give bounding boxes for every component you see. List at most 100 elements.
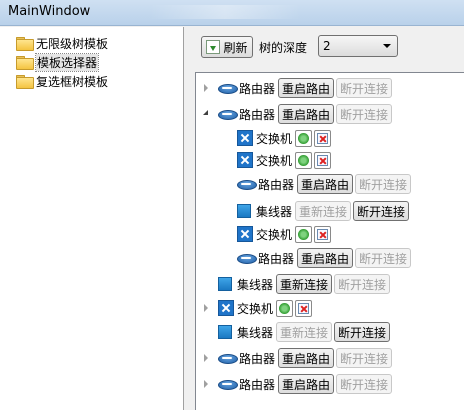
refresh-button[interactable]: 刷新	[201, 36, 253, 58]
disconnect-button[interactable]: 断开连接	[336, 104, 393, 124]
disconnect-button[interactable]: 断开连接	[336, 374, 393, 394]
router-icon	[237, 252, 257, 264]
reconnect-button[interactable]	[276, 299, 294, 317]
tree-row-switch[interactable]: 交换机	[237, 149, 332, 171]
window-title: MainWindow	[8, 4, 91, 19]
reconnect-button[interactable]: 重新连接	[295, 201, 352, 221]
tree-row-switch[interactable]: 交换机	[237, 127, 332, 149]
depth-value: 2	[323, 39, 331, 53]
node-label: 交换机	[237, 301, 274, 316]
folder-icon	[16, 56, 34, 70]
reconnect-button[interactable]	[295, 151, 313, 169]
refresh-icon	[206, 40, 221, 54]
tree-row-switch[interactable]: 交换机	[218, 297, 313, 319]
refresh-green-icon	[298, 154, 310, 166]
expand-arrow-icon[interactable]	[204, 354, 208, 362]
node-label: 路由器	[239, 107, 276, 122]
refresh-green-icon	[298, 132, 310, 144]
close-icon	[317, 132, 329, 144]
restart-router-button[interactable]: 重启路由	[297, 248, 354, 268]
reconnect-button[interactable]: 重新连接	[276, 322, 333, 342]
restart-router-button[interactable]: 重启路由	[278, 374, 335, 394]
disconnect-button[interactable]: 断开连接	[353, 201, 410, 221]
close-icon	[317, 228, 329, 240]
close-icon	[317, 154, 329, 166]
tree-row-hub[interactable]: 集线器 重新连接 断开连接	[218, 273, 391, 295]
tree-row-hub[interactable]: 集线器 重新连接 断开连接	[218, 321, 391, 343]
template-item-label: 模板选择器	[34, 52, 100, 72]
switch-icon	[218, 300, 234, 316]
node-label: 交换机	[256, 153, 293, 168]
refresh-green-icon	[298, 228, 310, 240]
router-icon	[218, 82, 238, 94]
title-glow	[150, 5, 300, 19]
close-icon	[298, 302, 310, 314]
node-label: 路由器	[239, 81, 276, 96]
collapse-arrow-icon[interactable]	[203, 110, 208, 115]
depth-label: 树的深度	[259, 41, 308, 55]
node-label: 路由器	[239, 351, 276, 366]
folder-icon	[16, 75, 34, 89]
disconnect-button[interactable]: 断开连接	[355, 174, 412, 194]
disconnect-button[interactable]: 断开连接	[336, 348, 393, 368]
switch-icon	[237, 152, 253, 168]
folder-icon	[16, 37, 34, 51]
chevron-down-icon	[383, 44, 391, 48]
refresh-label: 刷新	[223, 40, 248, 55]
node-label: 交换机	[256, 227, 293, 242]
disconnect-button[interactable]: 断开连接	[334, 322, 391, 342]
node-label: 路由器	[239, 377, 276, 392]
delete-button[interactable]	[295, 299, 313, 317]
hub-icon	[218, 277, 232, 291]
reconnect-button[interactable]	[295, 225, 313, 243]
disconnect-button[interactable]: 断开连接	[334, 274, 391, 294]
tree-row-switch[interactable]: 交换机	[237, 223, 332, 245]
node-label: 交换机	[256, 131, 293, 146]
router-icon	[218, 378, 238, 390]
tree-row-router[interactable]: 路由器 重启路由 断开连接	[218, 77, 393, 99]
expand-arrow-icon[interactable]	[204, 84, 208, 92]
hub-icon	[237, 204, 251, 218]
tree-row-router[interactable]: 路由器 重启路由 断开连接	[218, 373, 393, 395]
restart-router-button[interactable]: 重启路由	[278, 104, 335, 124]
switch-icon	[237, 130, 253, 146]
template-item-selector[interactable]: 模板选择器	[16, 52, 100, 72]
template-tree[interactable]: 无限级树模板 模板选择器 复选框树模板	[0, 27, 184, 410]
switch-icon	[237, 226, 253, 242]
restart-router-button[interactable]: 重启路由	[297, 174, 354, 194]
restart-router-button[interactable]: 重启路由	[278, 348, 335, 368]
tree-row-hub[interactable]: 集线器 重新连接 断开连接	[237, 200, 410, 222]
template-item-unlimited[interactable]: 无限级树模板	[16, 34, 108, 52]
reconnect-button[interactable]: 重新连接	[276, 274, 333, 294]
router-icon	[237, 178, 257, 190]
title-bar: MainWindow	[0, 0, 464, 26]
tree-row-router[interactable]: 路由器 重启路由 断开连接	[237, 247, 412, 269]
router-icon	[218, 352, 238, 364]
tree-row-router[interactable]: 路由器 重启路由 断开连接	[218, 103, 393, 125]
node-label: 集线器	[237, 325, 274, 340]
delete-button[interactable]	[314, 225, 332, 243]
disconnect-button[interactable]: 断开连接	[336, 78, 393, 98]
expand-arrow-icon[interactable]	[204, 380, 208, 388]
disconnect-button[interactable]: 断开连接	[355, 248, 412, 268]
expand-arrow-icon[interactable]	[204, 304, 208, 312]
refresh-green-icon	[279, 302, 291, 314]
restart-router-button[interactable]: 重启路由	[278, 78, 335, 98]
node-label: 路由器	[258, 177, 295, 192]
node-label: 集线器	[237, 277, 274, 292]
router-icon	[218, 108, 238, 120]
reconnect-button[interactable]	[295, 129, 313, 147]
device-tree[interactable]: 路由器 重启路由 断开连接 路由器 重启路由 断开连接 交换机 交换机 路由器 …	[195, 72, 464, 410]
main-panel: 刷新 树的深度 2 路由器 重启路由 断开连接 路由器 重启路由 断开连接 交换…	[185, 27, 464, 410]
node-label: 集线器	[256, 204, 293, 219]
tree-row-router[interactable]: 路由器 重启路由 断开连接	[237, 173, 412, 195]
template-item-checkbox[interactable]: 复选框树模板	[16, 72, 108, 90]
depth-dropdown[interactable]: 2	[318, 35, 398, 57]
template-item-label: 无限级树模板	[36, 36, 109, 51]
tree-row-router[interactable]: 路由器 重启路由 断开连接	[218, 347, 393, 369]
delete-button[interactable]	[314, 151, 332, 169]
node-label: 路由器	[258, 251, 295, 266]
template-item-label: 复选框树模板	[36, 74, 109, 89]
hub-icon	[218, 325, 232, 339]
delete-button[interactable]	[314, 129, 332, 147]
